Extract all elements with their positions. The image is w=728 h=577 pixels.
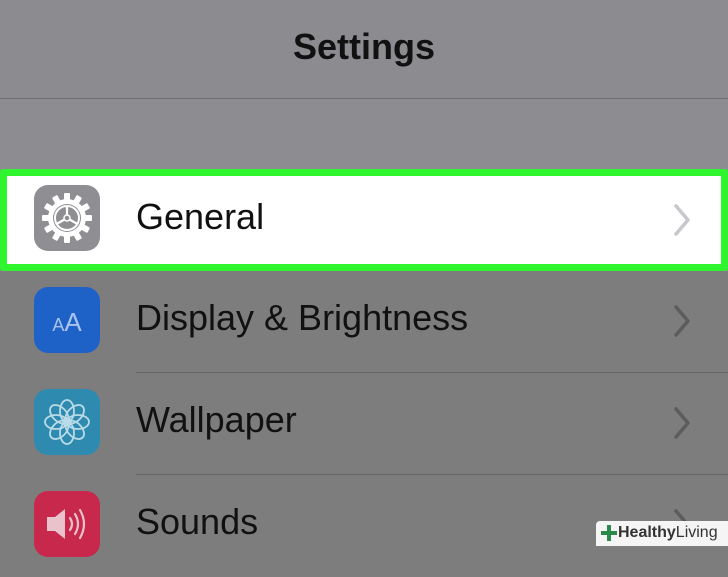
- navigation-bar: Settings: [0, 0, 728, 98]
- chevron-right-icon: [672, 403, 694, 443]
- flower-icon: [34, 389, 100, 455]
- row-label-display-brightness: Display & Brightness: [136, 297, 469, 338]
- section-gap: [0, 99, 728, 169]
- chevron-right-icon: [672, 301, 694, 341]
- watermark-bold: Healthy: [618, 524, 676, 541]
- watermark-rest: Living: [675, 524, 718, 541]
- row-label-general: General: [136, 196, 265, 237]
- settings-row-display-brightness[interactable]: AA Display & Brightness: [0, 271, 728, 373]
- watermark: HealthyLiving: [596, 521, 728, 546]
- settings-row-general[interactable]: General: [0, 169, 728, 271]
- row-label-sounds: Sounds: [136, 501, 259, 542]
- chevron-right-icon: [672, 200, 694, 240]
- settings-row-wallpaper[interactable]: Wallpaper: [0, 373, 728, 475]
- plus-icon: [601, 525, 617, 541]
- watermark-text: HealthyLiving: [618, 524, 718, 542]
- text-size-icon: AA: [34, 287, 100, 353]
- row-label-wallpaper: Wallpaper: [136, 399, 297, 440]
- page-title: Settings: [292, 26, 435, 67]
- speaker-icon: [34, 491, 100, 557]
- gear-icon: [34, 185, 100, 251]
